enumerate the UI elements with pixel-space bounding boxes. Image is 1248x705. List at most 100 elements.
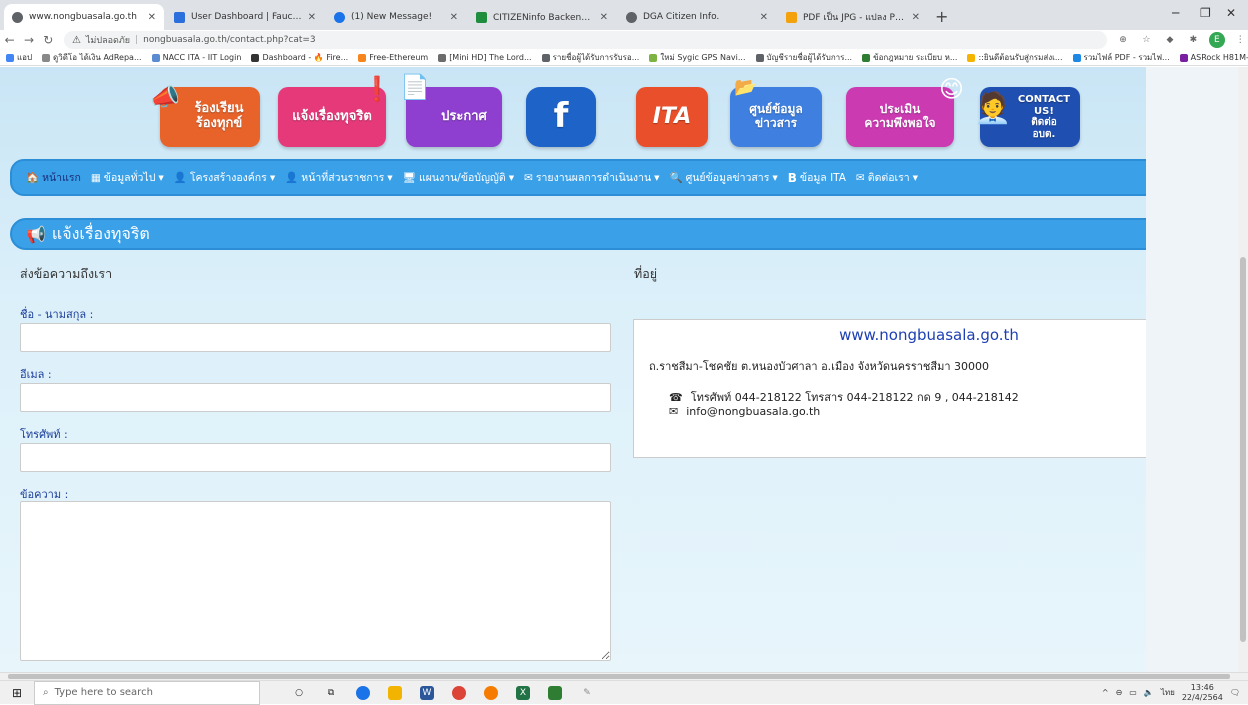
- horizontal-scrollbar[interactable]: [0, 672, 1248, 680]
- folder-icon: 📂: [734, 77, 757, 98]
- caret-down-icon: ▼: [158, 173, 164, 182]
- nav-department-duties[interactable]: 👤 หน้าที่ส่วนราชการ ▼: [285, 169, 392, 186]
- extension-icon[interactable]: ◆: [1162, 32, 1177, 48]
- file-explorer-icon[interactable]: [388, 685, 402, 700]
- name-field[interactable]: [20, 323, 611, 352]
- close-icon[interactable]: ✕: [148, 12, 156, 23]
- monitor-icon[interactable]: ▭: [1129, 688, 1137, 697]
- site-url[interactable]: www.nongbuasala.go.th: [634, 326, 1224, 344]
- nav-ita[interactable]: B ข้อมูล ITA: [788, 169, 846, 186]
- banner-ita[interactable]: ITA: [636, 87, 708, 147]
- bookmark-item[interactable]: ASRock H81M-HDS...: [1179, 53, 1248, 62]
- forward-icon[interactable]: →: [19, 33, 38, 47]
- bookmark-item[interactable]: รายชื่อผู้ได้รับการรับรอ...: [541, 51, 639, 64]
- zoom-icon[interactable]: ⊕: [1115, 32, 1130, 48]
- url-input[interactable]: ⚠ ไม่ปลอดภัย | nongbuasala.go.th/contact…: [63, 31, 1108, 49]
- tab-nongbuasala[interactable]: www.nongbuasala.go.th ✕: [4, 4, 164, 30]
- banner-corruption-report[interactable]: ❗ แจ้งเรื่องทุจริต: [278, 75, 392, 147]
- windows-taskbar: ⊞ ⌕ Type here to search ○ ⧉ W X ✎ ^ ⊖ ▭ …: [0, 680, 1248, 705]
- bookmark-item[interactable]: ดูวิดีโอ ได้เงิน AdRepa...: [42, 51, 142, 64]
- citizeninfo-icon: [476, 11, 487, 23]
- chevron-up-icon[interactable]: ^: [1102, 688, 1109, 697]
- page-viewport: 📣 ร้องเรียน ร้องทุกข์ ❗ แจ้งเรื่องทุจริต…: [0, 67, 1238, 672]
- bookmarks-bar: แอป ดูวิดีโอ ได้เงิน AdRepa... NACC ITA - …: [0, 50, 1248, 66]
- profile-avatar[interactable]: E: [1209, 32, 1225, 48]
- volume-icon[interactable]: 🔈: [1144, 688, 1154, 697]
- bookmark-item[interactable]: รวมไฟล์ PDF - รวมไฟ...: [1072, 51, 1170, 64]
- back-icon[interactable]: ←: [0, 33, 19, 47]
- bookmark-item[interactable]: บัญชีรายชื่อผู้ได้รับการ...: [755, 51, 852, 64]
- puzzle-icon[interactable]: ✱: [1186, 32, 1201, 48]
- banner-facebook[interactable]: f: [526, 87, 596, 147]
- bookmark-item[interactable]: แอป: [6, 51, 32, 64]
- bookmark-item[interactable]: NACC ITA - IIT Login: [151, 53, 241, 62]
- caret-down-icon: ▼: [269, 173, 276, 182]
- menu-icon[interactable]: ⋮: [1233, 32, 1248, 48]
- tab-citizeninfo[interactable]: CITIZENinfo Backend - โครงการฯ ✕: [468, 4, 616, 30]
- chrome-alt-icon[interactable]: [484, 685, 498, 700]
- scroll-thumb[interactable]: [1240, 257, 1246, 642]
- email-field[interactable]: [20, 383, 611, 412]
- bookmark-item[interactable]: ใหม่ Sygic GPS Navi...: [649, 51, 746, 64]
- bookmark-favicon-icon: [42, 53, 51, 62]
- network-icon[interactable]: ⊖: [1116, 688, 1123, 697]
- star-icon[interactable]: ☆: [1139, 32, 1154, 48]
- bookmark-item[interactable]: [Mini HD] The Lord...: [438, 53, 532, 62]
- street-address: ถ.ราชสีมา-โชคชัย ต.หนองบัวศาลา อ.เมือง จ…: [649, 360, 990, 373]
- close-icon[interactable]: ✕: [760, 12, 768, 23]
- banner-announcement[interactable]: 📄 ประกาศ: [400, 73, 502, 147]
- caret-down-icon: ▼: [772, 173, 778, 182]
- monitor-icon: 🖥: [402, 172, 416, 184]
- tab-pdf-jpg[interactable]: PDF เป็น JPG - แปลง PDF ของคุณเป็... ✕: [778, 4, 928, 30]
- close-icon[interactable]: ✕: [308, 12, 316, 23]
- tab-new-message[interactable]: (1) New Message! ✕: [326, 4, 466, 30]
- cortana-icon[interactable]: ○: [292, 686, 306, 700]
- security-status: ไม่ปลอดภัย: [85, 36, 131, 46]
- close-icon[interactable]: ✕: [912, 12, 920, 23]
- taskbar-search[interactable]: ⌕ Type here to search: [34, 680, 260, 705]
- close-icon[interactable]: ✕: [600, 12, 608, 23]
- nav-contact[interactable]: ✉ ติดต่อเรา ▼: [856, 169, 918, 186]
- paint-icon[interactable]: ✎: [580, 686, 594, 700]
- edge-icon[interactable]: [356, 685, 370, 700]
- banner-info-center[interactable]: 📂 ศูนย์ข้อมูล ข่าวสาร: [730, 77, 822, 147]
- close-icon[interactable]: ✕: [450, 12, 458, 23]
- nav-reports[interactable]: ✉ รายงานผลการดำเนินงาน ▼: [524, 169, 659, 186]
- bookmark-item[interactable]: ข้อกฎหมาย ระเบียบ ห...: [862, 51, 957, 64]
- excel-icon[interactable]: X: [516, 685, 530, 700]
- notification-icon[interactable]: 🗨: [1230, 688, 1240, 697]
- megaphone-icon: 📣: [150, 83, 180, 111]
- bookmark-item[interactable]: Free-Ethereum: [358, 53, 428, 62]
- phone-field[interactable]: [20, 443, 611, 472]
- line-icon[interactable]: [548, 685, 562, 700]
- banner-satisfaction[interactable]: 😊 ประเมิน ความพึงพอใจ: [846, 75, 964, 147]
- windows-start-icon[interactable]: ⊞: [0, 686, 34, 700]
- word-icon[interactable]: W: [420, 685, 434, 700]
- clock[interactable]: 13:46 22/4/2564: [1182, 683, 1223, 702]
- task-view-icon[interactable]: ⧉: [324, 686, 338, 700]
- nav-home[interactable]: 🏠 หน้าแรก: [26, 169, 81, 186]
- banner-contact-us[interactable]: 🧑‍💼 CONTACT US! ติดต่อ อบต.: [974, 87, 1080, 147]
- minimize-button[interactable]: ─: [1172, 6, 1179, 20]
- scroll-thumb[interactable]: [8, 674, 1230, 679]
- vertical-scrollbar[interactable]: [1238, 67, 1248, 672]
- pdf-icon: [786, 11, 797, 23]
- nav-info-center[interactable]: 🔍 ศูนย์ข้อมูลข่าวสาร ▼: [670, 169, 778, 186]
- bookmark-favicon-icon: [151, 53, 160, 62]
- banner-complaint[interactable]: 📣 ร้องเรียน ร้องทุกข์: [150, 83, 260, 147]
- reload-icon[interactable]: ↻: [39, 33, 58, 47]
- new-tab-button[interactable]: +: [935, 7, 948, 26]
- browser-tab-bar: www.nongbuasala.go.th ✕ User Dashboard |…: [0, 0, 1248, 30]
- tab-faucetpay[interactable]: User Dashboard | FaucetPay ✕: [166, 4, 324, 30]
- tab-dga[interactable]: DGA Citizen Info. ✕: [618, 4, 776, 30]
- bookmark-item[interactable]: Dashboard - 🔥 Fire...: [251, 53, 348, 62]
- restore-button[interactable]: ❐: [1200, 6, 1211, 20]
- message-textarea[interactable]: [20, 501, 611, 661]
- close-window-button[interactable]: ✕: [1226, 6, 1236, 20]
- nav-plans[interactable]: 🖥 แผนงาน/ข้อบัญญัติ ▼: [403, 169, 514, 186]
- bookmark-item[interactable]: ::ยินดีต้อนรับสู่กรมส่งเ...: [967, 51, 1063, 64]
- chrome-icon[interactable]: [452, 685, 466, 700]
- nav-general-info[interactable]: ▦ ข้อมูลทั่วไป ▼: [91, 169, 164, 186]
- nav-org-structure[interactable]: 👤 โครงสร้างองค์กร ▼: [174, 169, 275, 186]
- language-indicator[interactable]: ไทย: [1161, 686, 1175, 699]
